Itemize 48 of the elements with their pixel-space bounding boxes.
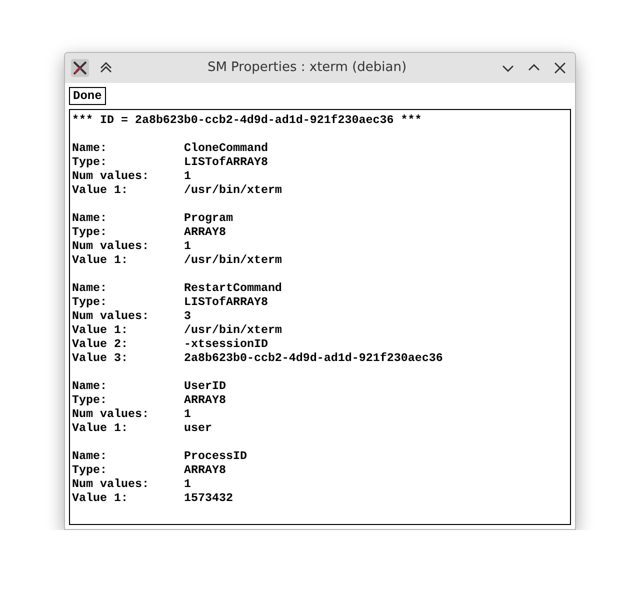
property-label: Num values: [72,239,150,253]
property-value: /usr/bin/xterm [184,253,282,267]
property-value: 2a8b623b0-ccb2-4d9d-ad1d-921f230aec36 [184,351,443,365]
property-value: user [184,421,212,435]
property-value: ARRAY8 [184,225,226,239]
property-label: Value 1: [72,183,129,197]
done-button[interactable]: Done [69,87,106,105]
property-value: 1 [184,169,191,183]
property-label: Num values: [72,309,150,323]
property-label: Type: [72,155,108,169]
property-value: RestartCommand [184,281,282,295]
property-value: LISTofARRAY8 [184,155,268,169]
property-value: ARRAY8 [184,463,226,477]
header-line: *** ID = 2a8b623b0-ccb2-4d9d-ad1d-921f230aec36 *** [72,113,422,127]
property-value: ProcessID [184,449,247,463]
property-label: Num values: [72,169,150,183]
property-value: 1 [184,239,191,253]
property-value: 1 [184,477,191,491]
property-label: Num values: [72,407,150,421]
property-value: /usr/bin/xterm [184,183,282,197]
property-label: Type: [72,225,108,239]
property-label: Name: [72,379,108,393]
property-label: Value 1: [72,421,129,435]
property-label: Value 2: [72,337,129,351]
property-label: Num values: [72,477,150,491]
property-label: Type: [72,393,108,407]
x-logo-icon[interactable] [71,59,89,77]
property-value: LISTofARRAY8 [184,295,268,309]
property-label: Name: [72,281,108,295]
property-label: Type: [72,463,108,477]
property-label: Value 1: [72,253,129,267]
property-value: /usr/bin/xterm [184,323,282,337]
property-label: Value 1: [72,323,129,337]
window-title: SM Properties : xterm (debian) [206,59,408,78]
property-value: CloneCommand [184,141,268,155]
property-value: 1 [184,407,191,421]
property-label: Type: [72,295,108,309]
property-label: Name: [72,141,108,155]
property-label: Value 3: [72,351,129,365]
property-value: UserID [184,379,226,393]
property-value: -xtsessionID [184,337,268,351]
property-label: Name: [72,211,108,225]
property-value: ARRAY8 [184,393,226,407]
property-value: 1573432 [184,491,233,505]
property-value: 3 [184,309,191,323]
property-label: Name: [72,449,108,463]
property-label: Value 1: [72,491,129,505]
property-value: Program [184,211,233,225]
